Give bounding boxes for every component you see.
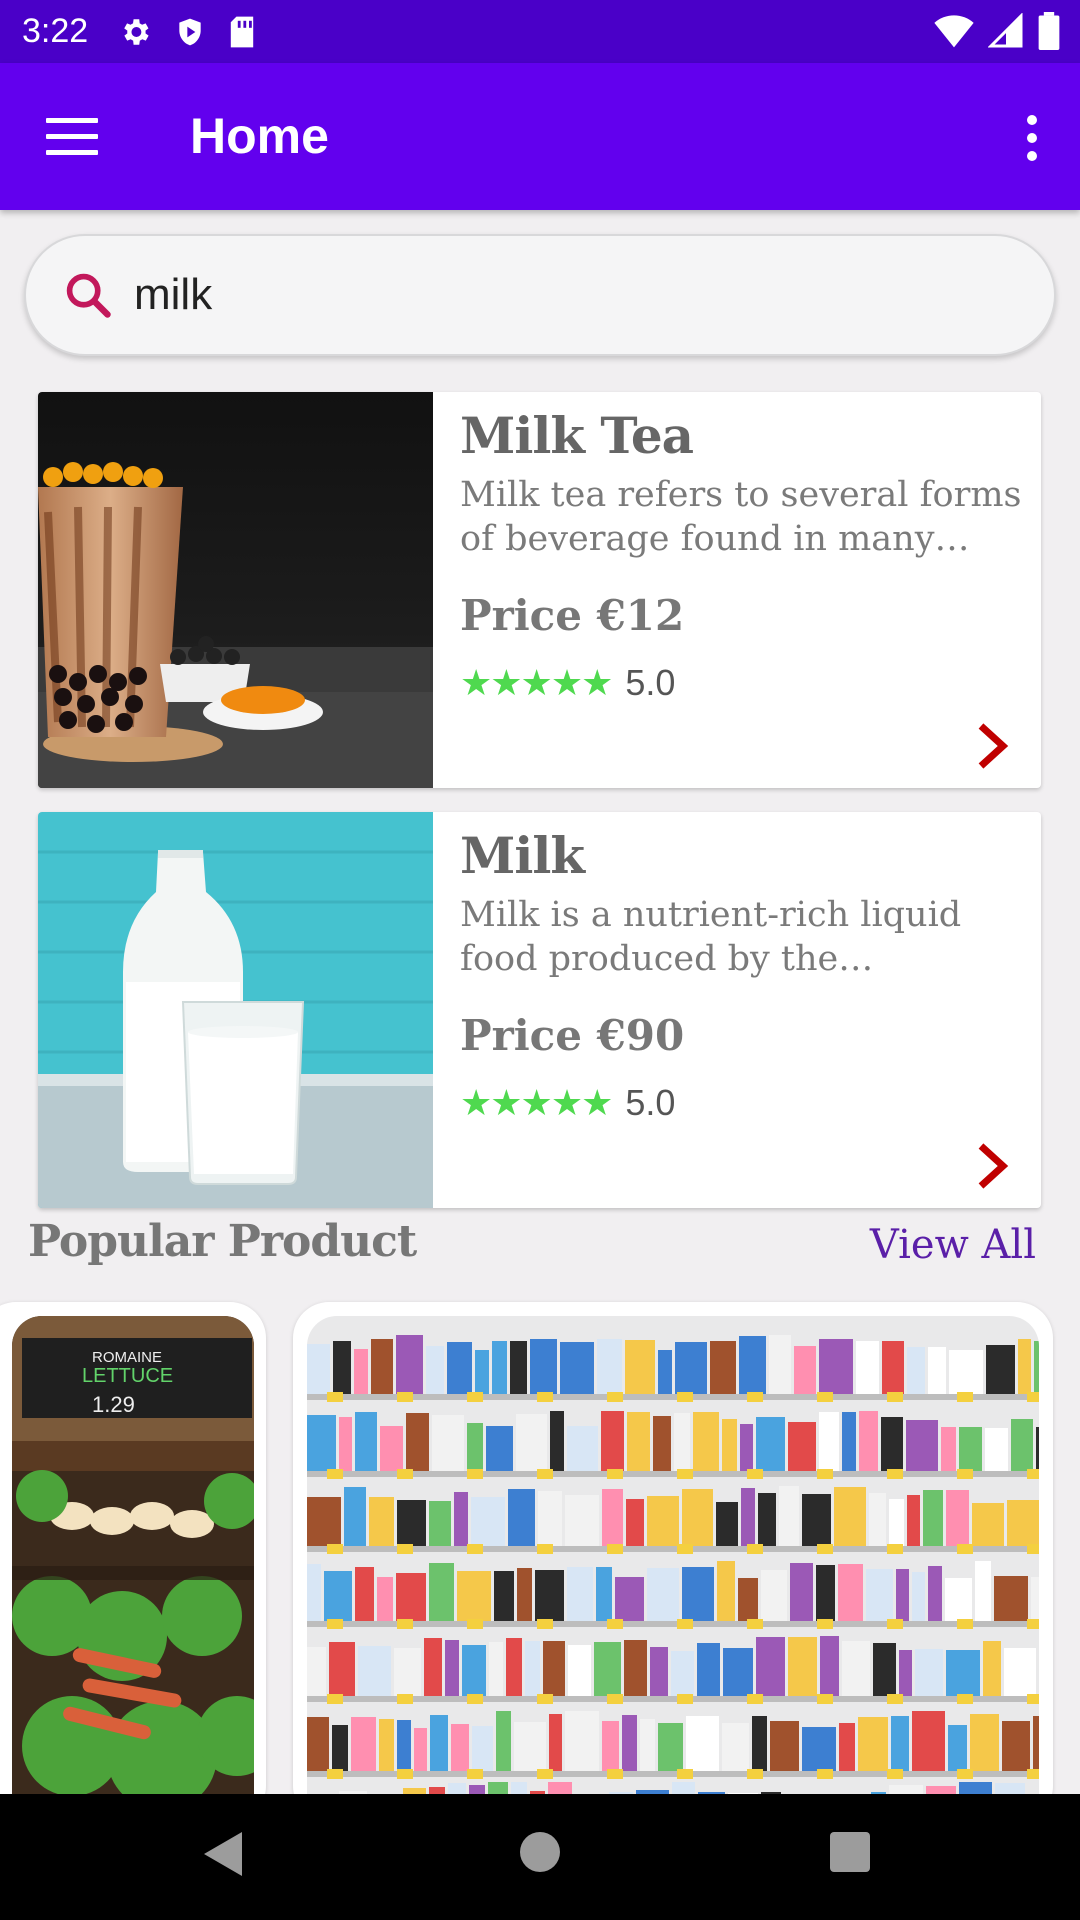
page-title: Home [190, 108, 329, 164]
product-price: Price €12 [460, 591, 685, 640]
search-input[interactable] [134, 270, 994, 320]
vegetables-image: ROMAINE LETTUCE 1.29 [12, 1316, 254, 1822]
app-bar: Home [0, 63, 1080, 210]
system-nav-bar [0, 1794, 1080, 1920]
rating-value: 5.0 [625, 1082, 676, 1123]
search-bar[interactable] [24, 234, 1056, 356]
more-options-icon[interactable] [1022, 115, 1042, 161]
battery-icon [1038, 12, 1060, 50]
product-description: Milk tea refers to several forms of beve… [460, 475, 1022, 559]
status-time: 3:22 [22, 12, 89, 50]
lettuce-sign-text: LETTUCE [82, 1365, 173, 1387]
recent-apps-icon[interactable] [830, 1832, 870, 1872]
search-icon [66, 273, 111, 318]
star-rating-icon: ★★★★★ [460, 1082, 613, 1123]
status-icons-left [118, 15, 256, 49]
romaine-sign-text: ROMAINE [92, 1349, 162, 1366]
rating: ★★★★★ 5.0 [460, 1082, 1029, 1124]
home-icon[interactable] [520, 1832, 560, 1872]
wifi-icon [934, 15, 974, 48]
milk-tea-image [38, 392, 433, 788]
settings-icon [124, 18, 149, 45]
chevron-right-icon[interactable] [971, 722, 1011, 770]
card-body: Milk Milk is a nutrient-rich liquid food… [460, 812, 1029, 1124]
rating-value: 5.0 [625, 662, 676, 703]
product-card-milk[interactable]: Milk Milk is a nutrient-rich liquid food… [38, 812, 1041, 1208]
price-sign-text: 1.29 [92, 1392, 135, 1417]
chevron-right-icon[interactable] [971, 1142, 1011, 1190]
view-all-link[interactable]: View All [870, 1222, 1036, 1268]
sd-card-icon [230, 16, 254, 47]
star-rating-icon: ★★★★★ [460, 662, 613, 703]
popular-product-heading: Popular Product [28, 1216, 417, 1267]
milk-image [38, 812, 433, 1208]
popular-card-dairy-aisle[interactable] [293, 1302, 1053, 1822]
shield-icon [179, 18, 201, 45]
product-card-milk-tea[interactable]: Milk Tea Milk tea refers to several form… [38, 392, 1041, 788]
popular-card-vegetables[interactable]: ROMAINE LETTUCE 1.29 [0, 1302, 266, 1822]
product-title: Milk Tea [460, 406, 694, 465]
product-description: Milk is a nutrient-rich liquid food prod… [460, 895, 962, 979]
rating: ★★★★★ 5.0 [460, 662, 1029, 704]
menu-icon[interactable] [46, 118, 98, 158]
status-icons-right [934, 12, 1060, 50]
product-price: Price €90 [460, 1011, 685, 1060]
status-bar: 3:22 [0, 0, 1080, 63]
product-title: Milk [460, 826, 585, 885]
signal-icon [988, 13, 1023, 48]
dairy-aisle-image [307, 1316, 1039, 1822]
back-icon[interactable] [202, 1830, 244, 1878]
card-body: Milk Tea Milk tea refers to several form… [460, 392, 1029, 704]
